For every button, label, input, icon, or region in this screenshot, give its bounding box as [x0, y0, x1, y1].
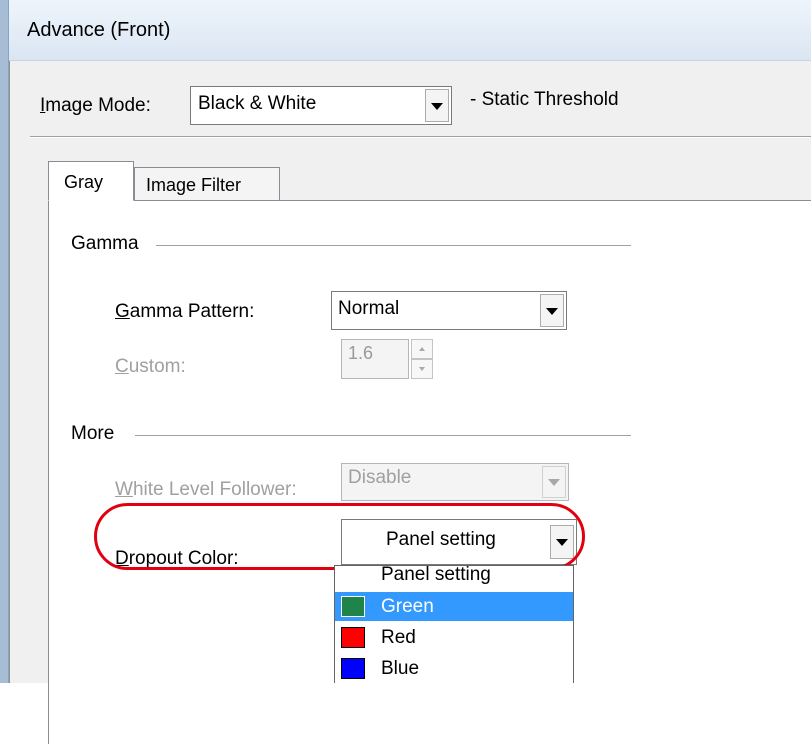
image-mode-dropdown-button[interactable] [425, 89, 449, 122]
image-mode-label-text: mage Mode: [45, 95, 151, 116]
tab-image-filter-label: Image Filter [146, 175, 242, 195]
dropout-color-highlight [94, 503, 585, 570]
dropout-option-label: Red [381, 627, 416, 648]
gamma-pattern-value: Normal [338, 298, 400, 319]
blue-swatch-icon [341, 658, 365, 679]
custom-label: Custom: [115, 356, 186, 378]
white-level-follower-dropdown-button[interactable] [542, 466, 566, 498]
header-separator [30, 136, 811, 138]
spin-down-button[interactable] [411, 359, 433, 379]
dropout-option-blue[interactable]: Blue [335, 654, 573, 683]
white-level-follower-select[interactable]: Disable [341, 463, 569, 501]
gamma-pattern-label: Gamma Pattern: [115, 301, 254, 323]
gamma-pattern-dropdown-button[interactable] [540, 294, 564, 327]
dropout-option-label: Blue [381, 658, 420, 679]
tab-gray[interactable]: Gray [48, 161, 134, 201]
gamma-pattern-accelerator: G [115, 301, 130, 322]
gamma-pattern-label-text: amma Pattern: [129, 301, 255, 322]
custom-gamma-spinbox[interactable]: 1.6 [341, 339, 409, 379]
more-group-line [135, 435, 631, 437]
up-arrow-icon [419, 347, 425, 351]
title-bar: Advance (Front) [9, 0, 811, 61]
image-mode-select[interactable]: Black & White [190, 86, 452, 125]
white-level-follower-label: White Level Follower: [115, 479, 297, 501]
gamma-group-label: Gamma [71, 233, 145, 255]
dropout-option-red[interactable]: Red [335, 623, 573, 652]
image-mode-label: Image Mode: [40, 95, 151, 117]
green-swatch-icon [341, 596, 365, 617]
down-arrow-icon [419, 367, 425, 371]
window-edge [0, 0, 9, 683]
custom-gamma-value: 1.6 [348, 343, 374, 363]
more-group-label: More [71, 423, 121, 445]
dropout-option-green[interactable]: Green [335, 592, 573, 621]
custom-accelerator: C [115, 356, 129, 377]
chevron-down-icon [546, 307, 558, 315]
tab-image-filter[interactable]: Image Filter [134, 167, 280, 201]
custom-label-text: ustom: [128, 356, 186, 377]
white-level-follower-accelerator: W [115, 479, 133, 500]
red-swatch-icon [341, 627, 365, 648]
chevron-down-icon [548, 479, 560, 486]
image-mode-value: Black & White [198, 93, 317, 114]
window-title: Advance (Front) [27, 19, 171, 41]
threshold-text: - Static Threshold [470, 89, 619, 110]
tab-gray-label: Gray [64, 172, 104, 192]
spin-up-button[interactable] [411, 339, 433, 359]
gamma-group-line [156, 245, 631, 247]
dropout-option-panel-setting[interactable]: Panel setting [335, 565, 573, 589]
white-level-follower-label-text: hite Level Follower: [132, 479, 297, 500]
dropout-option-label: Panel setting [381, 565, 491, 585]
chevron-down-icon [431, 102, 443, 110]
dropout-color-list: Panel setting Green Red Blue [334, 565, 574, 683]
gamma-pattern-select[interactable]: Normal [331, 291, 567, 330]
dropout-option-label: Green [381, 596, 434, 617]
white-level-follower-value: Disable [348, 467, 412, 488]
